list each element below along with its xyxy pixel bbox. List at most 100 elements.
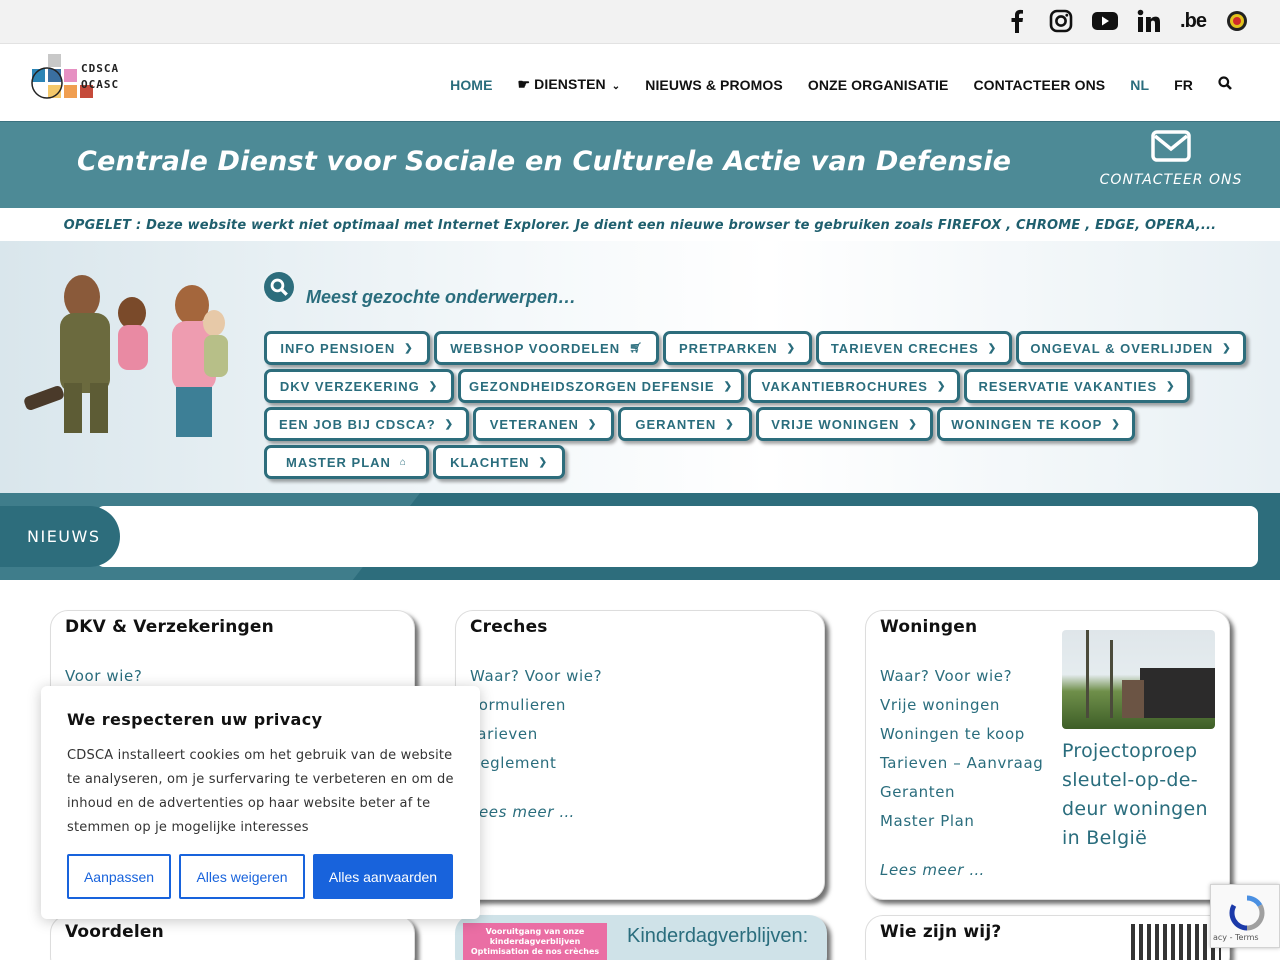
chip-vrije-woningen[interactable]: VRIJE WONINGEN ❯ xyxy=(756,407,933,441)
site-header: CDSCA OCASC HOME ☛ DIENSTEN ⌄ NIEUWS & PR… xyxy=(0,44,1280,121)
card-links: Waar? Voor wie? Formulieren Tarieven Reg… xyxy=(470,667,602,783)
cookie-customize-button[interactable]: Aanpassen xyxy=(67,854,171,899)
card-link[interactable]: Vrije woningen xyxy=(880,696,1043,725)
card-link[interactable]: Woningen te koop xyxy=(880,725,1043,754)
card-link[interactable]: Waar? Voor wie? xyxy=(470,667,602,696)
chip-gezondheidszorgen[interactable]: GEZONDHEIDSZORGEN DEFENSIE ❯ xyxy=(458,369,744,403)
chip-label: RESERVATIE VAKANTIES xyxy=(978,378,1158,394)
nav-organisatie[interactable]: ONZE ORGANISATIE xyxy=(808,77,949,93)
card-title: Creches xyxy=(470,617,548,637)
chevron-right-icon: ❯ xyxy=(725,418,735,430)
hand-pointer-icon: ☛ xyxy=(517,76,535,92)
building-shape xyxy=(1140,668,1215,718)
chevron-right-icon: ❯ xyxy=(538,456,548,468)
nav-home[interactable]: HOME xyxy=(450,77,492,93)
chip-ongeval-overlijden[interactable]: ONGEVAL & OVERLIJDEN ❯ xyxy=(1016,331,1246,365)
nav-lang-fr[interactable]: FR xyxy=(1174,77,1193,93)
housing-photo[interactable] xyxy=(1062,630,1215,729)
chip-tarieven-creches[interactable]: TARIEVEN CRECHES ❯ xyxy=(816,331,1012,365)
card-title: DKV & Verzekeringen xyxy=(65,617,274,637)
magnifier-icon xyxy=(264,271,294,302)
chip-label: MASTER PLAN xyxy=(286,454,391,470)
card-title: Wie zijn wij? xyxy=(880,922,1002,942)
chip-row: INFO PENSIOEN ❯ WEBSHOP VOORDELEN 🛒︎ PRETP… xyxy=(264,331,1254,365)
chip-label: INFO PENSIOEN xyxy=(280,340,396,356)
belgium-be-icon[interactable]: .be xyxy=(1178,6,1208,36)
card-link[interactable]: Reglement xyxy=(470,754,602,783)
facebook-icon[interactable] xyxy=(1002,6,1032,36)
cdsca-logo[interactable]: CDSCA OCASC xyxy=(30,54,140,104)
chip-klachten[interactable]: KLACHTEN ❯ xyxy=(433,445,565,479)
logo-text-ocasc: OCASC xyxy=(81,78,120,91)
chip-label: WONINGEN TE KOOP xyxy=(951,416,1103,432)
card-title: Voordelen xyxy=(65,922,164,942)
chip-label: WEBSHOP VOORDELEN xyxy=(450,340,621,356)
qr-code xyxy=(1131,924,1221,960)
nav-lang-nl[interactable]: NL xyxy=(1130,77,1149,93)
chip-webshop-voordelen[interactable]: WEBSHOP VOORDELEN 🛒︎ xyxy=(434,331,659,365)
chip-master-plan[interactable]: MASTER PLAN ⌂ xyxy=(264,445,429,479)
search-icon[interactable] xyxy=(1218,76,1232,93)
card-link[interactable]: Waar? Voor wie? xyxy=(880,667,1043,696)
chip-dkv-verzekering[interactable]: DKV VERZEKERING ❯ xyxy=(264,369,454,403)
housing-project-link[interactable]: Projectoproep sleutel-op-de-deur woninge… xyxy=(1062,737,1212,853)
nav-diensten[interactable]: ☛ DIENSTEN ⌄ xyxy=(518,76,621,93)
search-heading: Meest gezochte onderwerpen… xyxy=(264,265,576,308)
chevron-right-icon: ❯ xyxy=(1111,418,1121,430)
chevron-right-icon: ❯ xyxy=(1166,380,1176,392)
chip-woningen-te-koop[interactable]: WONINGEN TE KOOP ❯ xyxy=(937,407,1135,441)
read-more-link[interactable]: Lees meer … xyxy=(470,803,575,821)
envelope-icon xyxy=(1151,130,1191,162)
chip-label: GEZONDHEIDSZORGEN DEFENSIE xyxy=(469,378,715,394)
chip-row: DKV VERZEKERING ❯ GEZONDHEIDSZORGEN DEFEN… xyxy=(264,369,1254,403)
recaptcha-terms[interactable]: acy - Terms xyxy=(1213,933,1259,942)
card-link[interactable]: Tarieven xyxy=(470,725,602,754)
chip-geranten[interactable]: GERANTEN ❯ xyxy=(618,407,752,441)
banner-contact-link[interactable]: CONTACTEER ONS xyxy=(1098,130,1244,188)
recaptcha-badge[interactable]: acy - Terms xyxy=(1210,884,1280,948)
card-links: Waar? Voor wie? Vrije woningen Woningen … xyxy=(880,667,1043,841)
chip-label: ONGEVAL & OVERLIJDEN xyxy=(1030,340,1214,356)
cookie-accept-button[interactable]: Alles aanvaarden xyxy=(313,854,453,899)
card-wie-zijn-wij: Wie zijn wij? xyxy=(865,915,1230,960)
search-label: Meest gezochte onderwerpen… xyxy=(306,287,577,307)
chip-reservatie-vakanties[interactable]: RESERVATIE VAKANTIES ❯ xyxy=(964,369,1190,403)
nav-contact[interactable]: CONTACTEER ONS xyxy=(973,77,1105,93)
instagram-icon[interactable] xyxy=(1046,6,1076,36)
chip-vakantiebrochures[interactable]: VAKANTIEBROCHURES ❯ xyxy=(748,369,960,403)
chip-pretparken[interactable]: PRETPARKEN ❯ xyxy=(663,331,812,365)
card-kinderdagverblijven[interactable]: Vooruitgang van onze kinderdagverblijven… xyxy=(455,915,827,960)
card-link[interactable]: Master Plan xyxy=(880,812,1043,841)
cookie-text: CDSCA installeert cookies om het gebruik… xyxy=(67,748,454,835)
linkedin-icon[interactable] xyxy=(1134,6,1164,36)
card-link[interactable]: Tarieven – Aanvraag xyxy=(880,754,1043,783)
social-links: .be xyxy=(1002,6,1252,36)
nav-nieuws[interactable]: NIEUWS & PROMOS xyxy=(645,77,783,93)
cookie-reject-button[interactable]: Alles weigeren xyxy=(179,854,305,899)
chip-label: VAKANTIEBROCHURES xyxy=(761,378,928,394)
defence-roundel-icon[interactable] xyxy=(1222,6,1252,36)
news-ticker-box[interactable] xyxy=(96,506,1258,567)
cookie-consent: We respecteren uw privacy CDSCA installe… xyxy=(41,686,480,919)
card-link[interactable]: Formulieren xyxy=(470,696,602,725)
chip-job-bij-cdsca[interactable]: EEN JOB BIJ CDSCA? ❯ xyxy=(264,407,469,441)
youtube-icon[interactable] xyxy=(1090,6,1120,36)
card-woningen: Woningen Waar? Voor wie? Vrije woningen … xyxy=(865,610,1230,900)
chevron-right-icon: ❯ xyxy=(1222,342,1232,354)
chip-row: MASTER PLAN ⌂ KLACHTEN ❯ xyxy=(264,445,1254,479)
logo-text-cdsca: CDSCA xyxy=(81,62,120,75)
chip-label: TARIEVEN CRECHES xyxy=(830,340,979,356)
chip-label: VRIJE WONINGEN xyxy=(771,416,900,432)
home-icon: ⌂ xyxy=(399,456,407,468)
logo-ring xyxy=(31,67,63,99)
read-more-link[interactable]: Lees meer … xyxy=(880,861,985,879)
family-photo xyxy=(24,275,228,437)
topics-section: Meest gezochte onderwerpen… INFO PENSIOE… xyxy=(0,241,1280,493)
chevron-right-icon: ❯ xyxy=(723,380,733,392)
chip-label: VETERANEN xyxy=(489,416,579,432)
chip-info-pensioen[interactable]: INFO PENSIOEN ❯ xyxy=(264,331,430,365)
social-bar: .be xyxy=(0,0,1280,44)
card-link[interactable]: Geranten xyxy=(880,783,1043,812)
chip-veteranen[interactable]: VETERANEN ❯ xyxy=(473,407,614,441)
chevron-right-icon: ❯ xyxy=(908,418,918,430)
